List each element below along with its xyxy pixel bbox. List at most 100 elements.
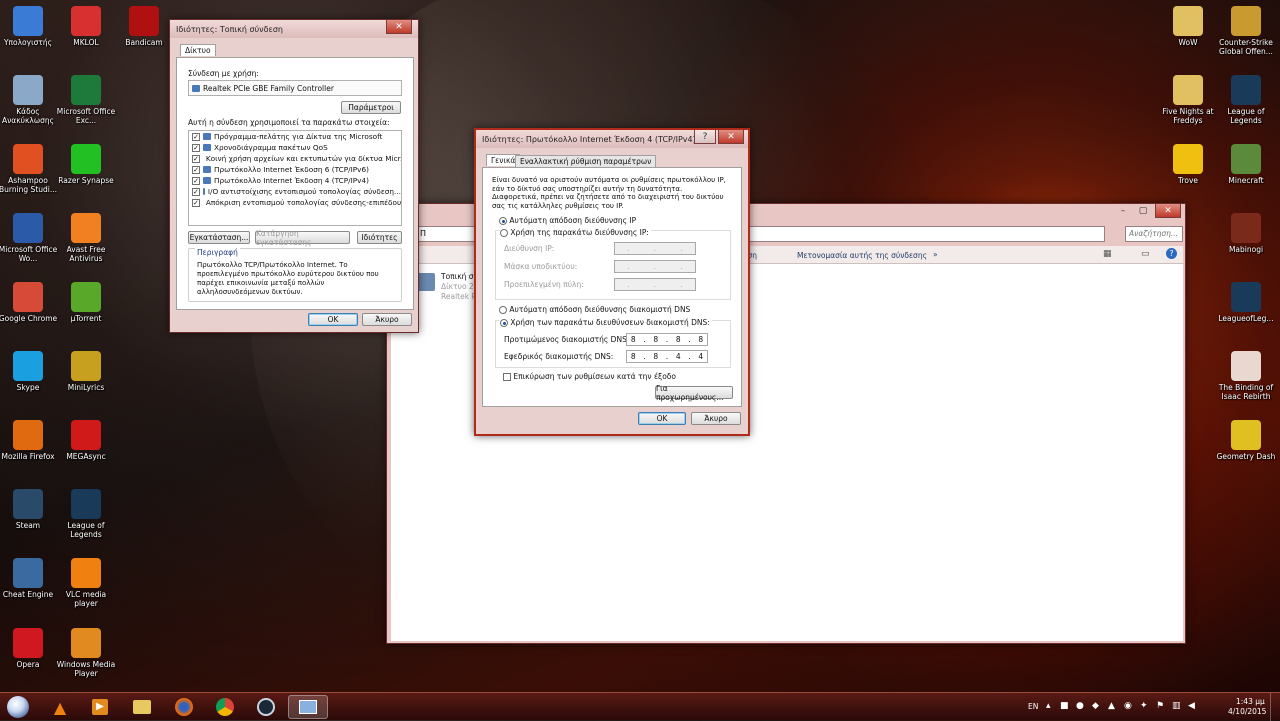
desktop-shortcut-minecraft[interactable]: Minecraft	[1216, 144, 1276, 185]
component-checkbox[interactable]: ✓	[192, 198, 200, 207]
desktop-shortcut-chrome[interactable]: Google Chrome	[0, 282, 58, 323]
taskbar-media-player[interactable]: ▶	[80, 695, 120, 719]
minimize-button[interactable]: –	[1113, 204, 1133, 218]
component-checkbox[interactable]: ✓	[192, 187, 200, 196]
tray-app-icon-5[interactable]: ◉	[1124, 701, 1132, 711]
validate-option[interactable]: Επικύρωση των ρυθμίσεων κατά την έξοδο	[503, 372, 676, 381]
help-icon[interactable]: ?	[1166, 248, 1177, 259]
list-item[interactable]: ✓ Κοινή χρήση αρχείων και εκτυπωτών για δ…	[189, 153, 401, 164]
desktop-shortcut-bandicam[interactable]: Bandicam	[114, 6, 174, 47]
tray-app-icon-4[interactable]: ▲	[1108, 701, 1115, 711]
list-item[interactable]: ✓ Πρωτόκολλο Internet Έκδοση 6 (TCP/IPv6)	[189, 164, 401, 175]
validate-checkbox[interactable]	[503, 373, 511, 381]
desktop-shortcut-lol[interactable]: League of Legends	[56, 489, 116, 539]
alternate-dns-field[interactable]: 8. 8. 4. 4	[626, 350, 708, 363]
list-item[interactable]: ✓ Πρωτόκολλο Internet Έκδοση 4 (TCP/IPv4)	[189, 175, 401, 186]
component-checkbox[interactable]: ✓	[192, 176, 200, 185]
component-checkbox[interactable]: ✓	[192, 154, 200, 163]
list-item[interactable]: ✓ I/O αντιστοίχισης εντοπισμού τοπολογίας…	[189, 186, 401, 197]
desktop-shortcut-computer[interactable]: Υπολογιστής	[0, 6, 58, 47]
volume-icon[interactable]: ◀	[1188, 701, 1195, 711]
desktop-shortcut-ashampoo[interactable]: Ashampoo Burning Studi...	[0, 144, 58, 194]
desktop-shortcut-minilyrics[interactable]: MiniLyrics	[56, 351, 116, 392]
desktop-shortcut-razer[interactable]: Razer Synapse	[56, 144, 116, 185]
tray-app-icon[interactable]: ■	[1060, 701, 1069, 711]
maximize-button[interactable]: ▢	[1133, 204, 1153, 218]
tab-network[interactable]: Δίκτυο	[180, 44, 216, 56]
desktop-shortcut-firefox[interactable]: Mozilla Firefox	[0, 420, 58, 461]
desktop-shortcut-utorrent[interactable]: µTorrent	[56, 282, 116, 323]
desktop-shortcut-mklol[interactable]: MKLOL	[56, 6, 116, 47]
clock-date[interactable]: 4/10/2015	[1228, 707, 1266, 716]
desktop-shortcut-vlc[interactable]: VLC media player	[56, 558, 116, 608]
component-checkbox[interactable]: ✓	[192, 132, 200, 141]
preferred-dns-field[interactable]: 8. 8. 8. 8	[626, 333, 708, 346]
auto-ip-radio[interactable]	[499, 217, 507, 225]
desktop-shortcut-cheat-engine[interactable]: Cheat Engine	[0, 558, 58, 599]
taskbar-steam[interactable]	[246, 695, 286, 719]
tray-app-icon-2[interactable]: ●	[1076, 701, 1084, 711]
component-checkbox[interactable]: ✓	[192, 143, 200, 152]
ipv4-ok-button[interactable]: OK	[638, 412, 686, 425]
list-item[interactable]: ✓ Απόκριση εντοπισμού τοπολογίας σύνδεσης…	[189, 197, 401, 208]
desktop-shortcut-lol[interactable]: League of Legends	[1216, 75, 1276, 125]
rename-connection-link[interactable]: Μετονομασία αυτής της σύνδεσης	[797, 251, 927, 260]
taskbar-explorer[interactable]	[122, 695, 162, 719]
desktop-shortcut-lol[interactable]: LeagueofLeg...	[1216, 282, 1276, 323]
ipv4-help-button[interactable]: ?	[694, 130, 716, 144]
auto-ip-option[interactable]: Αυτόματη απόδοση διεύθυνσης IP	[499, 216, 636, 225]
clock-time[interactable]: 1:43 μμ	[1236, 697, 1265, 706]
taskbar-chrome[interactable]	[205, 695, 245, 719]
desktop-shortcut-avast[interactable]: Avast Free Antivirus	[56, 213, 116, 263]
tray-app-icon-3[interactable]: ◆	[1092, 701, 1099, 711]
manual-dns-radio[interactable]	[500, 319, 508, 327]
lan-ok-button[interactable]: OK	[308, 313, 358, 326]
advanced-button[interactable]: Για προχωρημένους...	[655, 384, 733, 402]
lan-close-button[interactable]: ✕	[386, 20, 412, 34]
show-hidden-icons[interactable]: ▴	[1046, 701, 1051, 711]
desktop-shortcut-isaac[interactable]: The Binding of Isaac Rebirth	[1216, 351, 1276, 401]
start-button[interactable]	[2, 695, 34, 719]
desktop-shortcut-opera[interactable]: Opera	[0, 628, 58, 669]
taskbar-firefox[interactable]	[164, 695, 204, 719]
desktop-shortcut-mabinogi[interactable]: Mabinogi	[1216, 213, 1276, 254]
component-checkbox[interactable]: ✓	[192, 165, 200, 174]
auto-dns-option[interactable]: Αυτόματη απόδοση διεύθυνσης διακομιστή D…	[499, 305, 690, 314]
manual-ip-option[interactable]: Χρήση της παρακάτω διεύθυνσης IP:	[500, 228, 651, 237]
desktop-shortcut-folder[interactable]: WoW	[1158, 6, 1218, 47]
ipv4-cancel-button[interactable]: Άκυρο	[691, 412, 741, 425]
desktop-shortcut-wmp[interactable]: Windows Media Player	[56, 628, 116, 678]
install-button[interactable]: Εγκατάσταση...	[188, 231, 250, 244]
desktop-shortcut-mega[interactable]: MEGAsync	[56, 420, 116, 461]
desktop-shortcut-csgo[interactable]: Counter-Strike Global Offen...	[1216, 6, 1276, 56]
view-options-icon[interactable]: ▦	[1103, 249, 1112, 259]
close-button[interactable]: ✕	[1155, 204, 1181, 218]
lan-cancel-button[interactable]: Άκυρο	[362, 313, 412, 326]
connection-name[interactable]: Τοπική σ	[441, 272, 474, 281]
desktop-shortcut-geometry-dash[interactable]: Geometry Dash	[1216, 420, 1276, 461]
language-indicator[interactable]: EN	[1028, 702, 1038, 711]
auto-dns-radio[interactable]	[499, 306, 507, 314]
taskbar-vlc[interactable]: ▲	[40, 695, 80, 719]
desktop-shortcut-steam[interactable]: Steam	[0, 489, 58, 530]
list-item[interactable]: ✓ Χρονοδιάγραμμα πακέτων QoS	[189, 142, 401, 153]
components-list[interactable]: ✓ Πρόγραμμα-πελάτης για Δίκτυα της Micros…	[188, 130, 402, 226]
properties-button[interactable]: Ιδιότητες	[357, 231, 402, 244]
taskbar-network-connections[interactable]	[288, 695, 328, 719]
ipv4-close-button[interactable]: ✕	[718, 130, 744, 144]
more-commands[interactable]: »	[933, 250, 938, 259]
action-center-icon[interactable]: ⚑	[1156, 701, 1164, 711]
list-item[interactable]: ✓ Πρόγραμμα-πελάτης για Δίκτυα της Micros…	[189, 131, 401, 142]
preview-pane-icon[interactable]: ▭	[1141, 249, 1150, 259]
configure-button[interactable]: Παράμετροι	[341, 101, 401, 114]
desktop-shortcut-word[interactable]: Microsoft Office Wo...	[0, 213, 58, 263]
desktop-shortcut-folder[interactable]: Five Nights at Freddys	[1158, 75, 1218, 125]
desktop-shortcut-recycle-bin[interactable]: Κάδος Ανακύκλωσης	[0, 75, 58, 125]
manual-dns-option[interactable]: Χρήση των παρακάτω διευθύνσεων διακομιστ…	[500, 318, 712, 327]
tab-alternate-configuration[interactable]: Εναλλακτική ρύθμιση παραμέτρων	[515, 155, 657, 167]
network-tray-icon[interactable]: ▥	[1172, 701, 1181, 711]
show-desktop-button[interactable]	[1270, 693, 1280, 721]
manual-ip-radio[interactable]	[500, 229, 508, 237]
desktop-shortcut-trove[interactable]: Trove	[1158, 144, 1218, 185]
desktop-shortcut-skype[interactable]: Skype	[0, 351, 58, 392]
